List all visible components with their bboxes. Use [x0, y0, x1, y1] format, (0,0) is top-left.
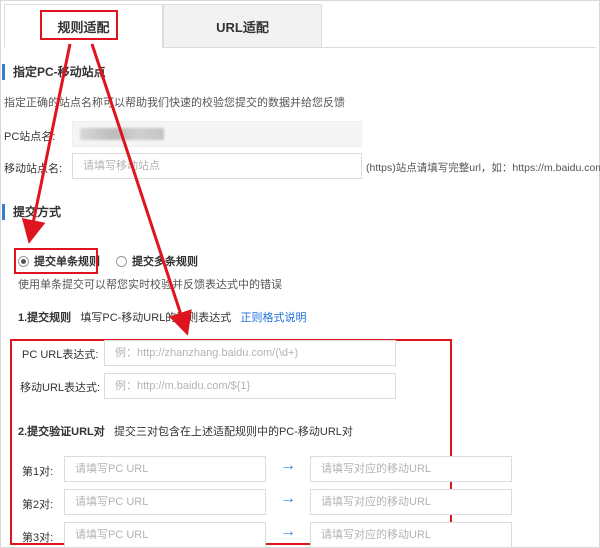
- annotation-box-tab: [40, 10, 118, 40]
- pc-url-expr-label: PC URL表达式:: [22, 349, 99, 361]
- radio-unselected-icon: [116, 255, 127, 267]
- pc-url-expr-input[interactable]: 例：http://zhanzhang.baidu.com/(\d+): [104, 340, 396, 366]
- section-title-submit-method: 提交方式: [2, 204, 61, 220]
- step2-desc: 提交三对包含在上述适配规则中的PC-移动URL对: [113, 426, 353, 438]
- pair3-pc-input[interactable]: 请填写PC URL: [64, 522, 266, 548]
- pair1-label: 第1对:: [22, 466, 54, 478]
- radio-multi-rule[interactable]: 提交多条规则: [116, 253, 198, 269]
- tab-divider: [322, 47, 596, 48]
- step1-desc: 填写PC-移动URL的正则表达式: [80, 312, 232, 324]
- pc-site-value-redacted: [80, 128, 164, 140]
- step2-row: 2.提交验证URL对 提交三对包含在上述适配规则中的PC-移动URL对: [18, 423, 353, 439]
- radio-multi-label: 提交多条规则: [132, 256, 198, 268]
- mobile-url-expr-input[interactable]: 例：http://m.baidu.com/${1}: [104, 373, 396, 399]
- pair1-pc-input[interactable]: 请填写PC URL: [64, 456, 266, 482]
- arrow-right-icon: →: [280, 523, 296, 540]
- section-title-sites: 指定PC-移动站点: [2, 64, 106, 80]
- pc-site-label: PC站点名:: [4, 131, 56, 143]
- mobile-site-input[interactable]: 请填写移动站点: [72, 153, 362, 179]
- mobile-site-hint: (https)站点请填写完整url，如：https://m.baidu.com): [366, 162, 600, 174]
- pair2-pc-input[interactable]: 请填写PC URL: [64, 489, 266, 515]
- step2-title: 2.提交验证URL对: [18, 426, 105, 438]
- pair2-mobile-input[interactable]: 请填写对应的移动URL: [310, 489, 512, 515]
- pair3-mobile-input[interactable]: 请填写对应的移动URL: [310, 522, 512, 548]
- tab-url-adapt[interactable]: URL适配: [163, 4, 322, 48]
- section-desc-sites: 指定正确的站点名称可以帮助我们快速的校验您提交的数据并给您反馈: [4, 97, 345, 109]
- step1-title: 1.提交规则: [18, 312, 72, 324]
- arrow-right-icon: →: [280, 490, 296, 507]
- pair1-mobile-input[interactable]: 请填写对应的移动URL: [310, 456, 512, 482]
- step1-row: 1.提交规则 填写PC-移动URL的正则表达式 正则格式说明: [18, 309, 306, 325]
- submit-method-hint: 使用单条提交可以帮您实时校验并反馈表达式中的错误: [18, 279, 282, 291]
- mobile-url-expr-label: 移动URL表达式:: [20, 382, 101, 394]
- regex-help-link[interactable]: 正则格式说明: [240, 312, 306, 324]
- mobile-site-label: 移动站点名:: [4, 163, 63, 175]
- annotation-box-radio: [14, 248, 98, 274]
- arrow-right-icon: →: [280, 457, 296, 474]
- pair2-label: 第2对:: [22, 499, 54, 511]
- pair3-label: 第3对:: [22, 532, 54, 544]
